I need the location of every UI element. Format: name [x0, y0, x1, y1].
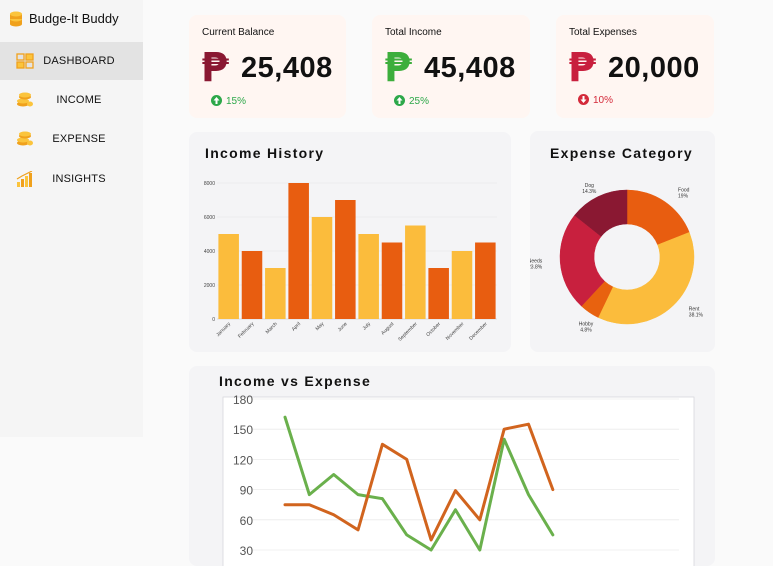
sidebar-item-insights[interactable]: INSIGHTS [0, 160, 143, 198]
y-tick-label: 6000 [204, 215, 215, 221]
bar [428, 268, 449, 319]
x-tick-label: December [468, 321, 489, 342]
x-tick-label: September [397, 321, 419, 343]
app-title: Budge-It Buddy [29, 10, 119, 26]
slice-percent-label: 23.8% [530, 264, 543, 270]
stat-change: 10% [593, 95, 614, 106]
y-tick-label: 60 [240, 514, 254, 528]
sidebar-item-dashboard[interactable]: DASHBOARD [0, 42, 143, 80]
peso-icon: ₱ [201, 47, 229, 87]
total-expenses-card: Total Expenses ₱ 20,000 10% [556, 15, 714, 118]
bar [311, 217, 333, 319]
sidebar-item-expense[interactable]: EXPENSE [0, 120, 143, 158]
bar [451, 251, 473, 319]
x-tick-label: February [237, 321, 256, 340]
x-tick-label: April [291, 321, 302, 332]
bar [358, 234, 379, 319]
bar [405, 225, 426, 319]
sidebar: Budge-It Buddy DASHBOARD INCOME EXPENSE [0, 0, 143, 437]
bar [288, 183, 309, 319]
svg-text:₱: ₱ [201, 47, 229, 87]
bar [218, 234, 239, 319]
slice-percent-label: 19% [678, 194, 689, 200]
y-tick-label: 180 [233, 393, 253, 407]
arrow-up-icon [394, 95, 405, 106]
slice-percent-label: 14.3% [582, 189, 597, 195]
stat-title: Total Income [385, 27, 442, 38]
y-tick-label: 2000 [204, 283, 215, 289]
x-tick-label: July [362, 321, 373, 332]
income-history-chart: 0 2000 4000 6000 8000 January February March Apr… [204, 181, 497, 343]
y-tick-label: 0 [212, 317, 215, 323]
y-tick-label: 150 [233, 423, 253, 437]
sidebar-item-label: EXPENSE [52, 133, 106, 145]
income-history-panel: Income History 0 2000 4000 6000 8000 January F… [189, 132, 511, 352]
sidebar-item-label: INSIGHTS [52, 173, 106, 185]
x-tick-label: January [215, 321, 232, 338]
brand[interactable]: Budge-It Buddy [9, 9, 119, 27]
stat-value: 20,000 [608, 52, 700, 84]
stat-change: 25% [409, 96, 430, 107]
plot-area [222, 396, 695, 566]
arrow-up-icon [211, 95, 222, 106]
bar [475, 242, 496, 319]
peso-icon: ₱ [568, 47, 596, 87]
x-tick-label: June [337, 321, 349, 333]
income-vs-expense-panel: Income vs Expense 30 60 90 120 150 180 [189, 366, 715, 566]
peso-icon: ₱ [384, 47, 412, 87]
current-balance-card: Current Balance ₱ 25,408 15% [189, 15, 346, 118]
bar [335, 200, 356, 319]
pie-slice [597, 232, 695, 325]
svg-text:₱: ₱ [568, 47, 596, 87]
y-tick-label: 30 [240, 544, 254, 558]
bar [381, 242, 403, 319]
total-income-card: Total Income ₱ 45,408 25% [372, 15, 530, 118]
sidebar-item-income[interactable]: INCOME [0, 81, 143, 119]
x-tick-label: November [445, 321, 466, 342]
expense-category-chart: Food19%Rent38.1%Hobby4.8%Needs23.8%Dog14… [530, 183, 704, 333]
stat-value: 45,408 [424, 52, 516, 84]
expense-category-panel: Expense Category Food 19% Rent 38.1% Hobby 4.… [530, 131, 715, 352]
bar [265, 268, 286, 319]
sidebar-item-label: DASHBOARD [43, 55, 115, 67]
y-tick-label: 120 [233, 453, 253, 467]
stat-change: 15% [226, 96, 247, 107]
arrow-down-icon [578, 94, 589, 105]
y-tick-label: 8000 [204, 181, 215, 187]
x-tick-label: October [425, 321, 442, 338]
slice-percent-label: 4.8% [580, 327, 592, 333]
y-tick-label: 90 [240, 484, 254, 498]
stat-value: 25,408 [241, 52, 333, 84]
coins-logo-icon [10, 11, 22, 27]
stat-title: Total Expenses [569, 27, 637, 38]
income-vs-expense-chart: 30 60 90 120 150 180 [222, 393, 695, 566]
stat-title: Current Balance [202, 27, 275, 38]
svg-text:₱: ₱ [384, 47, 412, 87]
bar [241, 251, 263, 319]
sidebar-item-label: INCOME [56, 94, 102, 106]
x-tick-label: August [380, 321, 396, 337]
x-tick-label: May [314, 321, 325, 332]
y-tick-label: 4000 [204, 249, 215, 255]
x-tick-label: March [265, 321, 279, 335]
slice-percent-label: 38.1% [689, 312, 704, 318]
